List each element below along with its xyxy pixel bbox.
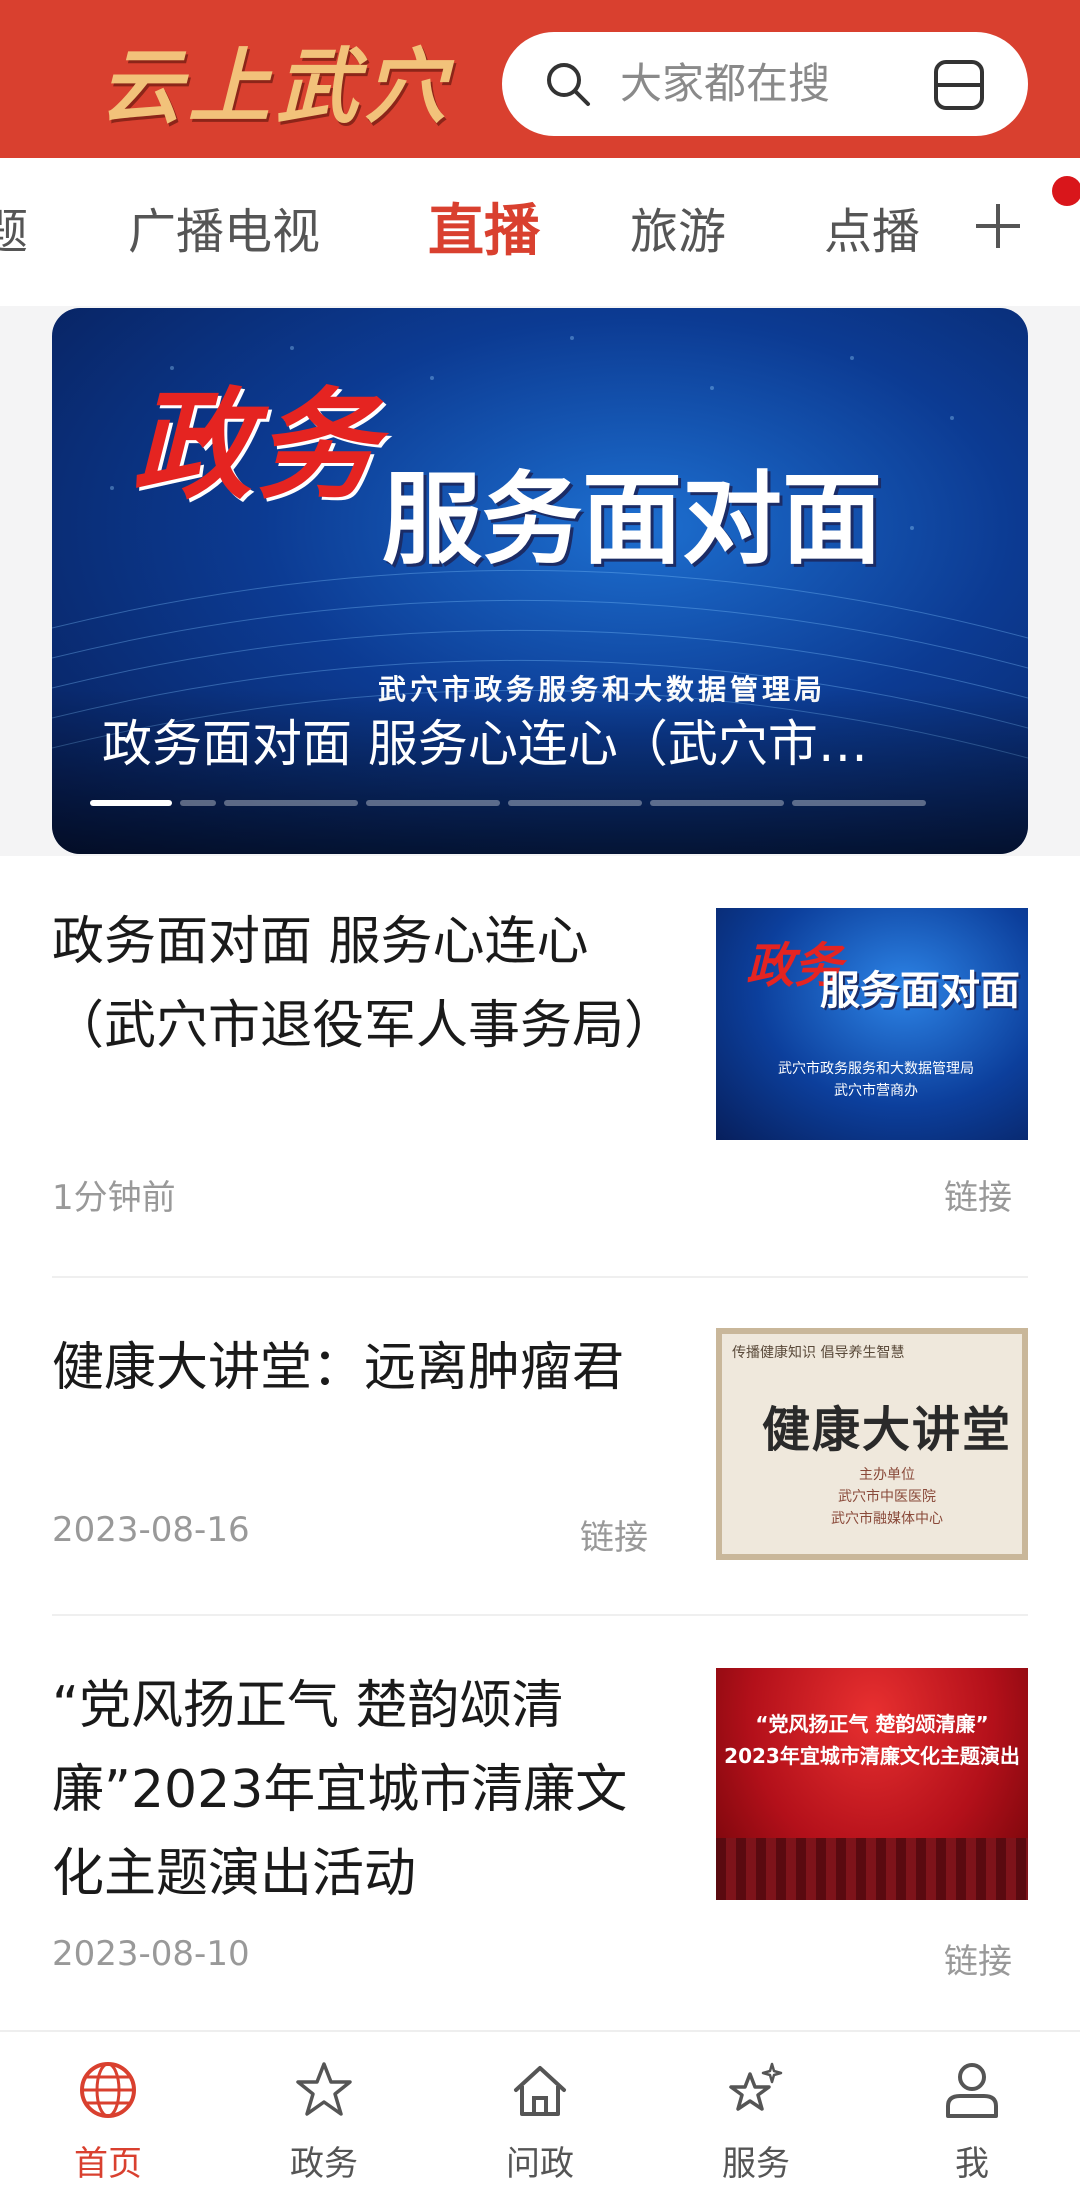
carousel-dot <box>650 800 784 806</box>
scan-icon[interactable] <box>932 58 986 112</box>
news-time: 1分钟前 <box>52 1178 176 1218</box>
banner-carousel[interactable]: 政务 服务面对面 武穴市政务服务和大数据管理局 政务面对面 服务心连心（武穴市… <box>52 308 1028 854</box>
news-title: “党风扬正气 楚韵颂清廉”2023年宜城市清廉文化主题演出活动 <box>52 1676 628 1904</box>
nav-me[interactable]: 我 <box>864 2032 1080 2199</box>
banner-title-white: 服务面对面 <box>382 461 882 578</box>
news-time: 2023-08-10 <box>52 1934 250 1974</box>
tab-travel[interactable]: 旅游 <box>630 158 726 306</box>
carousel-dot-active <box>90 800 172 806</box>
news-title: 健康大讲堂：远离肿瘤君 <box>52 1338 625 1398</box>
carousel-dot <box>224 800 358 806</box>
thumb-subtitle-line: 武穴市融媒体中心 <box>831 1511 943 1527</box>
search-bar[interactable]: 大家都在搜 <box>502 32 1028 136</box>
add-channel-icon[interactable] <box>970 198 1026 254</box>
news-item[interactable]: 健康大讲堂：远离肿瘤君 2023-08-16 链接 传播健康知识 倡导养生智慧 … <box>52 1326 1028 1626</box>
tab-live[interactable]: 直播 <box>428 158 540 306</box>
nav-home[interactable]: 首页 <box>0 2032 216 2199</box>
carousel-dot <box>792 800 926 806</box>
thumb-subtitle-line: 主办单位 <box>859 1467 915 1483</box>
news-thumbnail: 传播健康知识 倡导养生智慧 健康大讲堂 主办单位 武穴市中医医院 武穴市融媒体中… <box>716 1328 1028 1560</box>
nav-label: 我 <box>955 2144 989 2184</box>
carousel-indicators <box>90 800 990 808</box>
nav-label: 政务 <box>290 2144 358 2184</box>
news-link-tag: 链接 <box>944 1942 1012 1982</box>
nav-inquiry[interactable]: 问政 <box>432 2032 648 2199</box>
nav-label: 首页 <box>74 2144 142 2184</box>
home-icon <box>514 2066 566 2116</box>
search-icon <box>547 63 590 106</box>
news-title: 政务面对面 服务心连心（武穴市退役军人事务局） <box>52 912 677 1056</box>
nav-services[interactable]: 服务 <box>648 2032 864 2199</box>
tab-broadcast-tv[interactable]: 广播电视 <box>128 158 320 306</box>
carousel-dot <box>366 800 500 806</box>
banner-caption: 政务面对面 服务心连心（武穴市… <box>102 715 868 773</box>
app-logo: 云上武穴 <box>100 39 452 135</box>
channel-tabs: 题 广播电视 直播 旅游 点播 <box>0 158 1080 306</box>
carousel-dot <box>180 800 216 806</box>
divider <box>52 1614 1028 1616</box>
search-placeholder: 大家都在搜 <box>620 59 831 108</box>
news-thumbnail: “党风扬正气 楚韵颂清廉” 2023年宜城市清廉文化主题演出 <box>716 1668 1028 1900</box>
news-thumbnail: 政务 服务面对面 武穴市政务服务和大数据管理局 武穴市营商办 <box>716 908 1028 1140</box>
notification-dot <box>1052 176 1080 206</box>
tab-on-demand[interactable]: 点播 <box>824 158 920 306</box>
thumb-subtitle: 主办单位 武穴市中医医院 武穴市融媒体中心 <box>812 1464 962 1530</box>
user-icon <box>946 2063 998 2118</box>
theater-seats <box>716 1838 1028 1900</box>
thumb-title-line: 2023年宜城市清廉文化主题演出 <box>724 1744 1020 1768</box>
thumb-tagline: 传播健康知识 倡导养生智慧 <box>732 1345 905 1361</box>
sparkle-star-icon <box>729 2062 783 2111</box>
star-icon <box>296 2062 352 2116</box>
news-link-tag: 链接 <box>580 1518 648 1558</box>
thumb-subtitle-line: 武穴市中医医院 <box>838 1489 936 1505</box>
news-link-tag: 链接 <box>944 1178 1012 1218</box>
tab-partial[interactable]: 题 <box>0 158 28 306</box>
globe-icon <box>80 2062 136 2118</box>
app-header: 云上武穴 大家都在搜 <box>0 0 1080 158</box>
nav-label: 问政 <box>506 2144 574 2184</box>
news-item[interactable]: 政务面对面 服务心连心（武穴市退役军人事务局） 1分钟前 链接 政务 服务面对面… <box>52 900 1028 1230</box>
bottom-navigation: 首页 政务 问政 服务 我 <box>0 2030 1080 2199</box>
news-item[interactable]: “党风扬正气 楚韵颂清廉”2023年宜城市清廉文化主题演出活动 2023-08-… <box>52 1664 1028 1994</box>
thumb-subtitle-line: 武穴市营商办 <box>834 1083 918 1099</box>
thumb-title-white: 服务面对面 <box>820 968 1020 1014</box>
thumb-subtitle: 武穴市政务服务和大数据管理局 武穴市营商办 <box>756 1058 996 1102</box>
news-time: 2023-08-16 <box>52 1510 250 1550</box>
banner-title-red: 政务 <box>132 375 380 516</box>
divider <box>52 1276 1028 1278</box>
thumb-subtitle-line: 武穴市政务服务和大数据管理局 <box>778 1061 974 1077</box>
carousel-dot <box>508 800 642 806</box>
thumb-title: 健康大讲堂 <box>762 1402 1013 1458</box>
banner-area: 政务 服务面对面 武穴市政务服务和大数据管理局 政务面对面 服务心连心（武穴市… <box>0 306 1080 856</box>
thumb-title-line: “党风扬正气 楚韵颂清廉” <box>755 1712 989 1736</box>
nav-label: 服务 <box>722 2144 790 2184</box>
nav-government[interactable]: 政务 <box>216 2032 432 2199</box>
